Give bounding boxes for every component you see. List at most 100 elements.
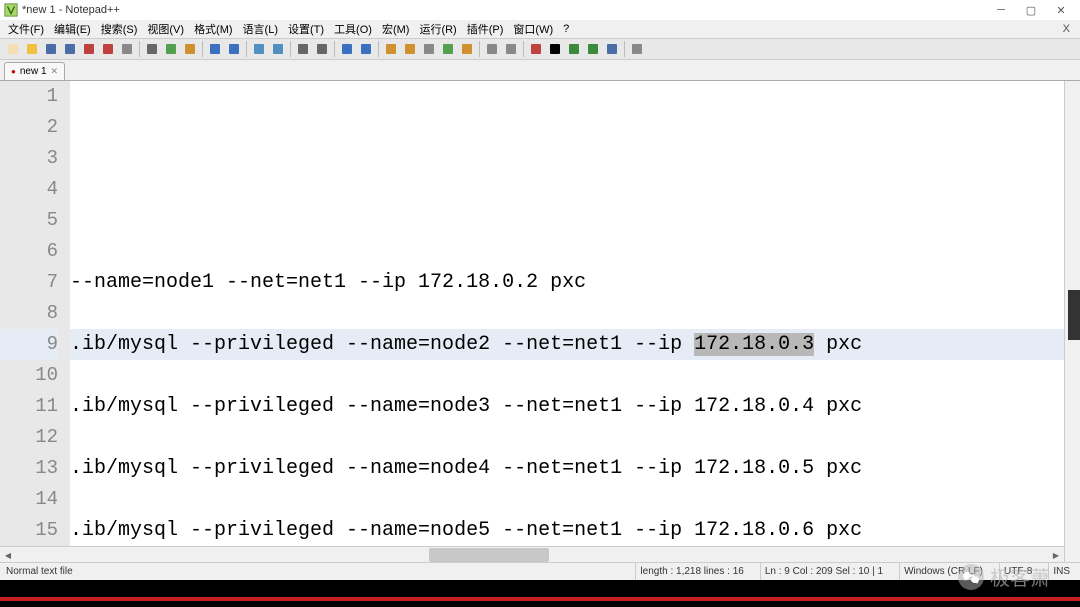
toolbar-separator [290,41,291,57]
code-line[interactable] [70,174,1064,205]
save-all-icon[interactable] [61,40,79,58]
copy-icon[interactable] [162,40,180,58]
line-number: 5 [0,205,58,236]
print-icon[interactable] [118,40,136,58]
menu-p[interactable]: 插件(P) [463,21,508,37]
scroll-left-icon[interactable]: ◀ [0,547,16,562]
code-line[interactable] [70,422,1064,453]
folder-icon[interactable] [458,40,476,58]
watermark: 极客萧 [958,562,1050,591]
close-button[interactable]: ✕ [1046,0,1076,20]
line-number: 6 [0,236,58,267]
lang-icon[interactable] [439,40,457,58]
cut-icon[interactable] [143,40,161,58]
close-icon[interactable] [80,40,98,58]
menu-v[interactable]: 视图(V) [143,21,188,37]
watermark-text: 极客萧 [990,562,1050,591]
line-number: 15 [0,515,58,546]
doc-list-icon[interactable] [502,40,520,58]
close-all-icon[interactable] [99,40,117,58]
code-line[interactable] [70,81,1064,112]
code-line[interactable]: .ib/mysql --privileged --name=node3 --ne… [70,391,1064,422]
toolbar-separator [624,41,625,57]
menu-t[interactable]: 设置(T) [284,21,328,37]
paste-icon[interactable] [181,40,199,58]
code-line[interactable]: .ib/mysql --privileged --name=node2 --ne… [70,329,1064,360]
new-file-icon[interactable] [4,40,22,58]
menu-[interactable]: ? [559,23,573,35]
tab-label: new 1 [20,66,47,77]
window-controls: ─ ▢ ✕ [986,0,1076,20]
menu-w[interactable]: 窗口(W) [509,21,557,37]
code-line[interactable] [70,484,1064,515]
menu-m[interactable]: 格式(M) [190,21,237,37]
monitor-icon[interactable] [628,40,646,58]
toolbar-separator [246,41,247,57]
line-number: 8 [0,298,58,329]
doc-map-icon[interactable] [483,40,501,58]
line-number: 9 [0,329,58,360]
code-line[interactable]: .ib/mysql --privileged --name=node5 --ne… [70,515,1064,546]
toolbar-separator [334,41,335,57]
code-line[interactable]: --name=node1 --net=net1 --ip 172.18.0.2 … [70,267,1064,298]
menu-r[interactable]: 运行(R) [415,21,460,37]
modified-indicator-icon: ● [11,67,16,76]
line-number: 7 [0,267,58,298]
notepad-plus-plus-window: *new 1 - Notepad++ ─ ▢ ✕ 文件(F)编辑(E)搜索(S)… [0,0,1080,580]
line-number: 14 [0,484,58,515]
menu-e[interactable]: 编辑(E) [50,21,95,37]
menu-f[interactable]: 文件(F) [4,21,48,37]
tab-new-1[interactable]: ● new 1 ✕ [4,62,65,80]
undo-icon[interactable] [206,40,224,58]
app-icon [4,3,18,17]
toolbar [0,38,1080,60]
save-icon[interactable] [42,40,60,58]
sync-h-icon[interactable] [357,40,375,58]
show-all-icon[interactable] [401,40,419,58]
play-multi-icon[interactable] [584,40,602,58]
line-number: 2 [0,112,58,143]
menu-l[interactable]: 语言(L) [239,21,282,37]
find-icon[interactable] [250,40,268,58]
minimize-button[interactable]: ─ [986,0,1016,20]
maximize-button[interactable]: ▢ [1016,0,1046,20]
play-icon[interactable] [565,40,583,58]
titlebar: *new 1 - Notepad++ ─ ▢ ✕ [0,0,1080,20]
status-mode: INS [1048,563,1074,580]
toolbar-separator [479,41,480,57]
scroll-track[interactable] [16,547,1048,562]
side-panel-toggle[interactable] [1068,290,1080,340]
record-icon[interactable] [527,40,545,58]
horizontal-scrollbar[interactable]: ◀ ▶ [0,546,1064,562]
menubar-close-icon[interactable]: X [1057,23,1076,35]
menu-m[interactable]: 宏(M) [378,21,414,37]
sync-v-icon[interactable] [338,40,356,58]
replace-icon[interactable] [269,40,287,58]
line-number-gutter: 12345678910111213141516 [0,81,70,562]
code-line[interactable] [70,205,1064,236]
zoom-in-icon[interactable] [294,40,312,58]
indent-guide-icon[interactable] [420,40,438,58]
stop-icon[interactable] [546,40,564,58]
scroll-right-icon[interactable]: ▶ [1048,547,1064,562]
redo-icon[interactable] [225,40,243,58]
statusbar: Normal text file length : 1,218 lines : … [0,562,1080,580]
code-line[interactable] [70,112,1064,143]
code-line[interactable] [70,236,1064,267]
menu-s[interactable]: 搜索(S) [97,21,142,37]
text-selection: 172.18.0.3 [694,333,814,356]
code-line[interactable]: .ib/mysql --privileged --name=node4 --ne… [70,453,1064,484]
open-file-icon[interactable] [23,40,41,58]
status-length: length : 1,218 lines : 16 [635,563,747,580]
line-number: 4 [0,174,58,205]
tab-close-icon[interactable]: ✕ [51,66,59,77]
zoom-out-icon[interactable] [313,40,331,58]
code-line[interactable] [70,143,1064,174]
scroll-thumb[interactable] [429,548,549,562]
code-line[interactable] [70,360,1064,391]
code-area[interactable]: --name=node1 --net=net1 --ip 172.18.0.2 … [70,81,1064,562]
wrap-icon[interactable] [382,40,400,58]
save-macro-icon[interactable] [603,40,621,58]
menu-o[interactable]: 工具(O) [330,21,376,37]
code-line[interactable] [70,298,1064,329]
